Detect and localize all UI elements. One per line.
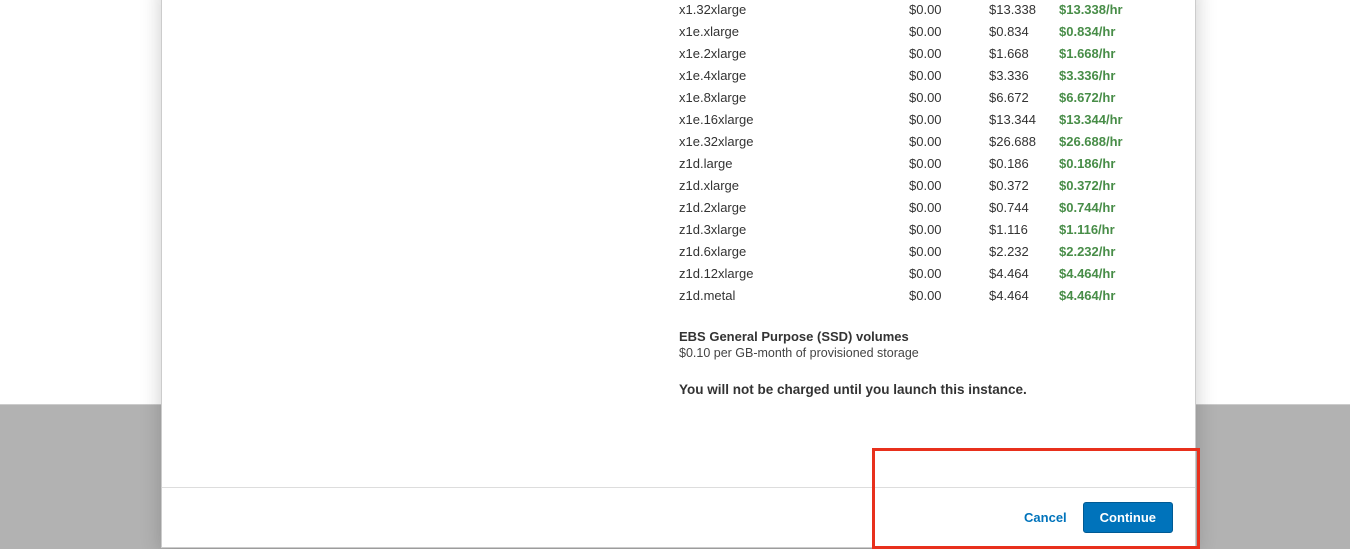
price-col-1: $0.00 — [909, 0, 989, 21]
price-col-2: $6.672 — [989, 87, 1059, 109]
price-total: $1.668/hr — [1059, 43, 1165, 65]
modal-scroll-area[interactable]: x1.16xlarge$0.00$6.669$6.669/hrx1.32xlar… — [162, 0, 1195, 487]
modal-footer: Cancel Continue — [162, 487, 1195, 547]
instance-type: x1e.4xlarge — [679, 65, 909, 87]
price-total: $4.464/hr — [1059, 263, 1165, 285]
price-col-2: $0.372 — [989, 175, 1059, 197]
ebs-subtext: $0.10 per GB-month of provisioned storag… — [679, 346, 1165, 360]
price-col-2: $4.464 — [989, 263, 1059, 285]
instance-type: x1e.2xlarge — [679, 43, 909, 65]
instance-type: z1d.2xlarge — [679, 197, 909, 219]
price-total: $26.688/hr — [1059, 131, 1165, 153]
instance-type: x1e.xlarge — [679, 21, 909, 43]
price-col-1: $0.00 — [909, 65, 989, 87]
price-col-1: $0.00 — [909, 175, 989, 197]
pricing-row: z1d.6xlarge$0.00$2.232$2.232/hr — [679, 241, 1165, 263]
pricing-row: z1d.3xlarge$0.00$1.116$1.116/hr — [679, 219, 1165, 241]
pricing-content: x1.16xlarge$0.00$6.669$6.669/hrx1.32xlar… — [679, 0, 1165, 457]
price-total: $0.744/hr — [1059, 197, 1165, 219]
price-col-1: $0.00 — [909, 131, 989, 153]
instance-type: x1e.8xlarge — [679, 87, 909, 109]
price-col-2: $2.232 — [989, 241, 1059, 263]
price-col-2: $4.464 — [989, 285, 1059, 307]
cancel-button[interactable]: Cancel — [1024, 510, 1067, 525]
continue-button[interactable]: Continue — [1083, 502, 1173, 533]
pricing-row: x1.32xlarge$0.00$13.338$13.338/hr — [679, 0, 1165, 21]
instance-type: z1d.metal — [679, 285, 909, 307]
instance-type: z1d.large — [679, 153, 909, 175]
price-total: $13.338/hr — [1059, 0, 1165, 21]
pricing-row: z1d.xlarge$0.00$0.372$0.372/hr — [679, 175, 1165, 197]
price-col-1: $0.00 — [909, 241, 989, 263]
price-col-2: $1.116 — [989, 219, 1059, 241]
pricing-row: x1e.xlarge$0.00$0.834$0.834/hr — [679, 21, 1165, 43]
price-col-2: $13.338 — [989, 0, 1059, 21]
price-total: $6.672/hr — [1059, 87, 1165, 109]
price-total: $0.834/hr — [1059, 21, 1165, 43]
price-col-2: $0.744 — [989, 197, 1059, 219]
pricing-row: x1e.8xlarge$0.00$6.672$6.672/hr — [679, 87, 1165, 109]
price-col-2: $0.834 — [989, 21, 1059, 43]
price-total: $3.336/hr — [1059, 65, 1165, 87]
instance-type: x1e.32xlarge — [679, 131, 909, 153]
price-total: $4.464/hr — [1059, 285, 1165, 307]
pricing-row: z1d.metal$0.00$4.464$4.464/hr — [679, 285, 1165, 307]
instance-type: x1e.16xlarge — [679, 109, 909, 131]
pricing-row: x1e.2xlarge$0.00$1.668$1.668/hr — [679, 43, 1165, 65]
pricing-row: x1e.16xlarge$0.00$13.344$13.344/hr — [679, 109, 1165, 131]
price-col-1: $0.00 — [909, 197, 989, 219]
content-spacer — [679, 397, 1165, 457]
price-col-2: $1.668 — [989, 43, 1059, 65]
price-total: $1.116/hr — [1059, 219, 1165, 241]
instance-type: z1d.3xlarge — [679, 219, 909, 241]
price-total: $0.372/hr — [1059, 175, 1165, 197]
price-col-2: $13.344 — [989, 109, 1059, 131]
modal-body: x1.16xlarge$0.00$6.669$6.669/hrx1.32xlar… — [162, 0, 1195, 487]
price-col-1: $0.00 — [909, 21, 989, 43]
price-col-1: $0.00 — [909, 219, 989, 241]
pricing-row: z1d.12xlarge$0.00$4.464$4.464/hr — [679, 263, 1165, 285]
price-total: $13.344/hr — [1059, 109, 1165, 131]
price-col-1: $0.00 — [909, 109, 989, 131]
ebs-heading: EBS General Purpose (SSD) volumes — [679, 329, 1165, 344]
pricing-row: z1d.large$0.00$0.186$0.186/hr — [679, 153, 1165, 175]
price-col-2: $3.336 — [989, 65, 1059, 87]
price-col-2: $0.186 — [989, 153, 1059, 175]
price-col-1: $0.00 — [909, 153, 989, 175]
launch-notice: You will not be charged until you launch… — [679, 382, 1165, 397]
instance-type: z1d.12xlarge — [679, 263, 909, 285]
instance-type: x1.32xlarge — [679, 0, 909, 21]
instance-type: z1d.xlarge — [679, 175, 909, 197]
pricing-modal: x1.16xlarge$0.00$6.669$6.669/hrx1.32xlar… — [161, 0, 1196, 548]
price-col-1: $0.00 — [909, 43, 989, 65]
pricing-table: x1.16xlarge$0.00$6.669$6.669/hrx1.32xlar… — [679, 0, 1165, 307]
price-col-1: $0.00 — [909, 87, 989, 109]
price-total: $0.186/hr — [1059, 153, 1165, 175]
pricing-row: x1e.4xlarge$0.00$3.336$3.336/hr — [679, 65, 1165, 87]
pricing-row: x1e.32xlarge$0.00$26.688$26.688/hr — [679, 131, 1165, 153]
pricing-row: z1d.2xlarge$0.00$0.744$0.744/hr — [679, 197, 1165, 219]
instance-type: z1d.6xlarge — [679, 241, 909, 263]
price-col-1: $0.00 — [909, 263, 989, 285]
price-col-2: $26.688 — [989, 131, 1059, 153]
price-total: $2.232/hr — [1059, 241, 1165, 263]
price-col-1: $0.00 — [909, 285, 989, 307]
